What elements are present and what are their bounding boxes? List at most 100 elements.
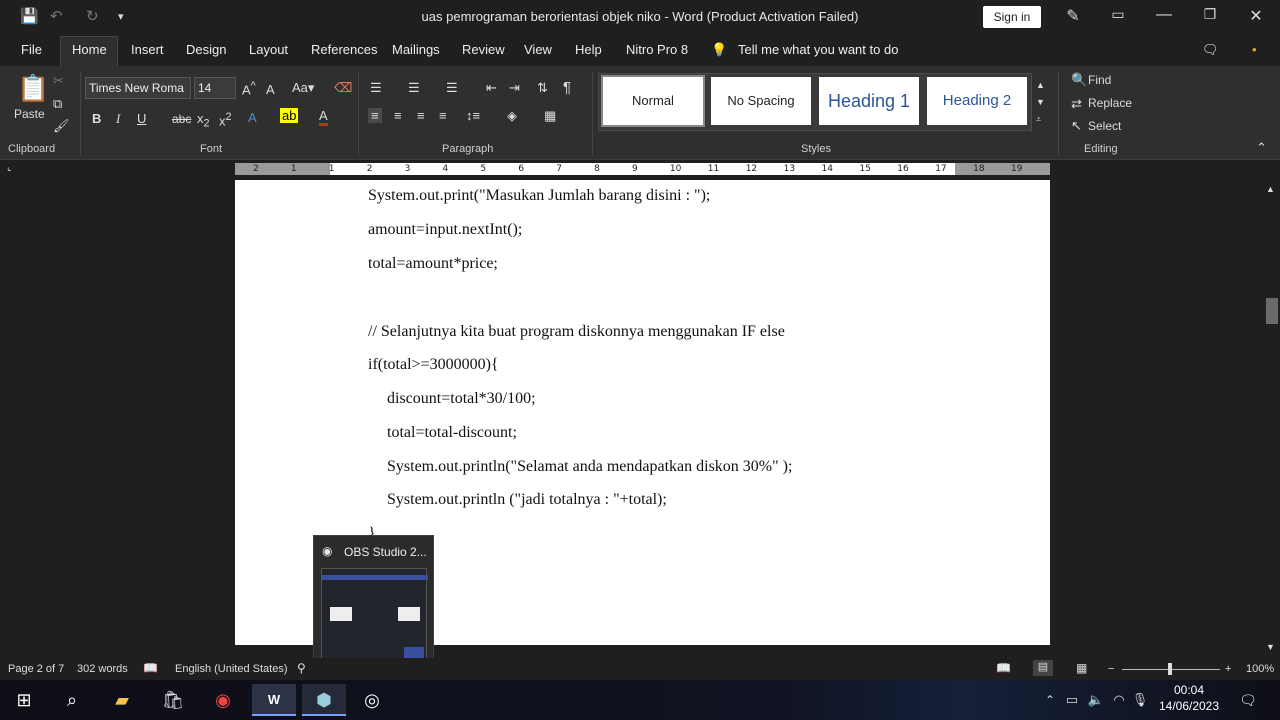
tab-home[interactable]: Home	[72, 42, 107, 57]
tell-me-search[interactable]: Tell me what you want to do	[738, 42, 898, 57]
sign-in-button[interactable]: Sign in	[983, 6, 1041, 28]
word-taskbar-icon[interactable]: W	[252, 684, 296, 716]
align-right-icon[interactable]: ≡	[417, 108, 425, 123]
zoom-out-icon[interactable]: −	[1108, 663, 1114, 675]
obs-taskbar-icon[interactable]: ◎	[356, 684, 388, 716]
comments-icon[interactable]: 🗨	[1202, 42, 1219, 58]
justify-icon[interactable]: ≡	[439, 108, 447, 123]
paste-label[interactable]: Paste	[14, 107, 45, 121]
subscript-icon[interactable]: x2	[197, 111, 210, 130]
grow-font-icon[interactable]: A^	[242, 80, 256, 97]
ruler-tick-label: 16	[897, 164, 909, 174]
scroll-up-icon[interactable]: ▲	[1266, 184, 1275, 194]
show-formatting-icon[interactable]: ¶	[563, 79, 571, 96]
group-label-clipboard: Clipboard	[8, 143, 56, 155]
styles-scroll-down-icon[interactable]: ▼	[1036, 97, 1045, 107]
horizontal-ruler[interactable]	[235, 163, 1050, 175]
minimize-icon[interactable]: —	[1149, 6, 1179, 24]
store-icon[interactable]: 🛍	[157, 684, 189, 716]
copy-icon[interactable]: ⧉	[53, 96, 62, 112]
tab-mailings[interactable]: Mailings	[392, 42, 440, 57]
line-spacing-icon[interactable]: ↕≡	[466, 108, 480, 123]
zoom-level[interactable]: 100%	[1246, 663, 1274, 675]
highlight-icon[interactable]: ab	[280, 108, 299, 123]
styles-scroll-up-icon[interactable]: ▲	[1036, 80, 1045, 90]
collapse-ribbon-icon[interactable]: ⌃	[1256, 140, 1267, 156]
restore-icon[interactable]: ❐	[1195, 6, 1225, 23]
sort-icon[interactable]: ⇅	[537, 80, 548, 96]
notifications-icon[interactable]: 🗨	[1232, 684, 1264, 716]
replace-icon[interactable]: ⇄	[1071, 96, 1082, 112]
underline-icon[interactable]: U	[137, 111, 146, 126]
font-color-icon[interactable]: A	[319, 108, 328, 126]
align-left-icon[interactable]: ≡	[368, 108, 382, 123]
close-icon[interactable]: ✕	[1241, 6, 1271, 26]
ribbon-display-options-icon[interactable]: ▭	[1103, 6, 1133, 23]
page-count[interactable]: Page 2 of 7	[8, 663, 64, 675]
tab-review[interactable]: Review	[462, 42, 505, 57]
shrink-font-icon[interactable]: A	[266, 82, 275, 97]
multilevel-list-icon[interactable]: ☰	[446, 80, 458, 96]
word-count[interactable]: 302 words	[77, 663, 128, 675]
tab-design[interactable]: Design	[186, 42, 226, 57]
decrease-indent-icon[interactable]: ⇤	[486, 80, 497, 96]
text-effects-icon[interactable]: A	[248, 110, 257, 125]
vertical-scrollbar[interactable]: ▲ ▼	[1262, 180, 1280, 658]
shading-icon[interactable]: ◈	[507, 108, 517, 124]
styles-more-icon[interactable]: ⩡	[1036, 114, 1041, 125]
style-no-spacing[interactable]: No Spacing	[711, 77, 811, 125]
numbering-icon[interactable]: ☰	[408, 80, 420, 96]
pen-icon[interactable]: ✎	[1058, 6, 1088, 26]
file-explorer-icon[interactable]: ▰	[106, 684, 138, 716]
search-icon[interactable]: ⌕	[56, 684, 88, 716]
tab-help[interactable]: Help	[575, 42, 602, 57]
start-icon[interactable]: ⊞	[8, 684, 40, 716]
replace-button[interactable]: Replace	[1088, 96, 1132, 110]
tab-nitro[interactable]: Nitro Pro 8	[626, 42, 688, 57]
font-size-box[interactable]: 14	[194, 77, 236, 99]
cube-app-icon[interactable]: ⬢	[302, 684, 346, 716]
read-mode-icon[interactable]: 📖	[996, 661, 1011, 675]
clear-formatting-icon[interactable]: ⌫	[334, 80, 352, 96]
superscript-icon[interactable]: x2	[219, 111, 232, 128]
ruler-tick-label: 1	[328, 164, 335, 174]
bold-icon[interactable]: B	[92, 111, 101, 126]
paste-icon[interactable]: 📋	[17, 73, 49, 104]
borders-icon[interactable]: ▦	[544, 108, 556, 124]
italic-icon[interactable]: I	[116, 111, 120, 127]
select-icon[interactable]: ↖	[1071, 118, 1082, 134]
bullets-icon[interactable]: ☰	[370, 80, 382, 96]
find-icon[interactable]: 🔍	[1071, 72, 1087, 88]
chrome-icon[interactable]: ◉	[207, 684, 239, 716]
language[interactable]: English (United States)	[175, 663, 288, 675]
obs-thumbnail-preview[interactable]: ◉ OBS Studio 2...	[313, 535, 434, 670]
font-name-box[interactable]: Times New Roma	[85, 77, 191, 99]
change-case-icon[interactable]: Aa▾	[292, 80, 314, 96]
clock[interactable]: 00:04 14/06/2023	[1150, 683, 1228, 713]
zoom-slider-thumb[interactable]	[1168, 663, 1172, 675]
cut-icon[interactable]: ✂	[53, 73, 64, 89]
web-layout-icon[interactable]: ▦	[1076, 661, 1087, 675]
align-center-icon[interactable]: ≡	[394, 108, 402, 123]
increase-indent-icon[interactable]: ⇥	[509, 80, 520, 96]
lightbulb-icon: 💡	[711, 42, 728, 57]
scroll-down-icon[interactable]: ▼	[1266, 642, 1275, 652]
tab-selector-icon[interactable]: ⌞	[7, 162, 12, 173]
zoom-in-icon[interactable]: +	[1225, 663, 1231, 675]
tab-view[interactable]: View	[524, 42, 552, 57]
tab-references[interactable]: References	[311, 42, 377, 57]
proofing-icon[interactable]: 📖	[143, 661, 158, 675]
style-normal[interactable]: Normal	[601, 75, 705, 127]
tab-insert[interactable]: Insert	[131, 42, 164, 57]
tab-file[interactable]: File	[21, 42, 42, 57]
scroll-thumb[interactable]	[1266, 298, 1278, 324]
style-heading-2[interactable]: Heading 2	[927, 77, 1027, 125]
style-heading-1[interactable]: Heading 1	[819, 77, 919, 125]
tab-layout[interactable]: Layout	[249, 42, 288, 57]
find-button[interactable]: Find	[1088, 73, 1111, 87]
accessibility-icon[interactable]: ⚲	[297, 661, 306, 675]
strikethrough-icon[interactable]: abc	[172, 112, 191, 126]
format-painter-icon[interactable]: 🖌	[53, 118, 70, 134]
print-layout-icon[interactable]: ▤	[1033, 660, 1053, 676]
select-button[interactable]: Select	[1088, 119, 1121, 133]
